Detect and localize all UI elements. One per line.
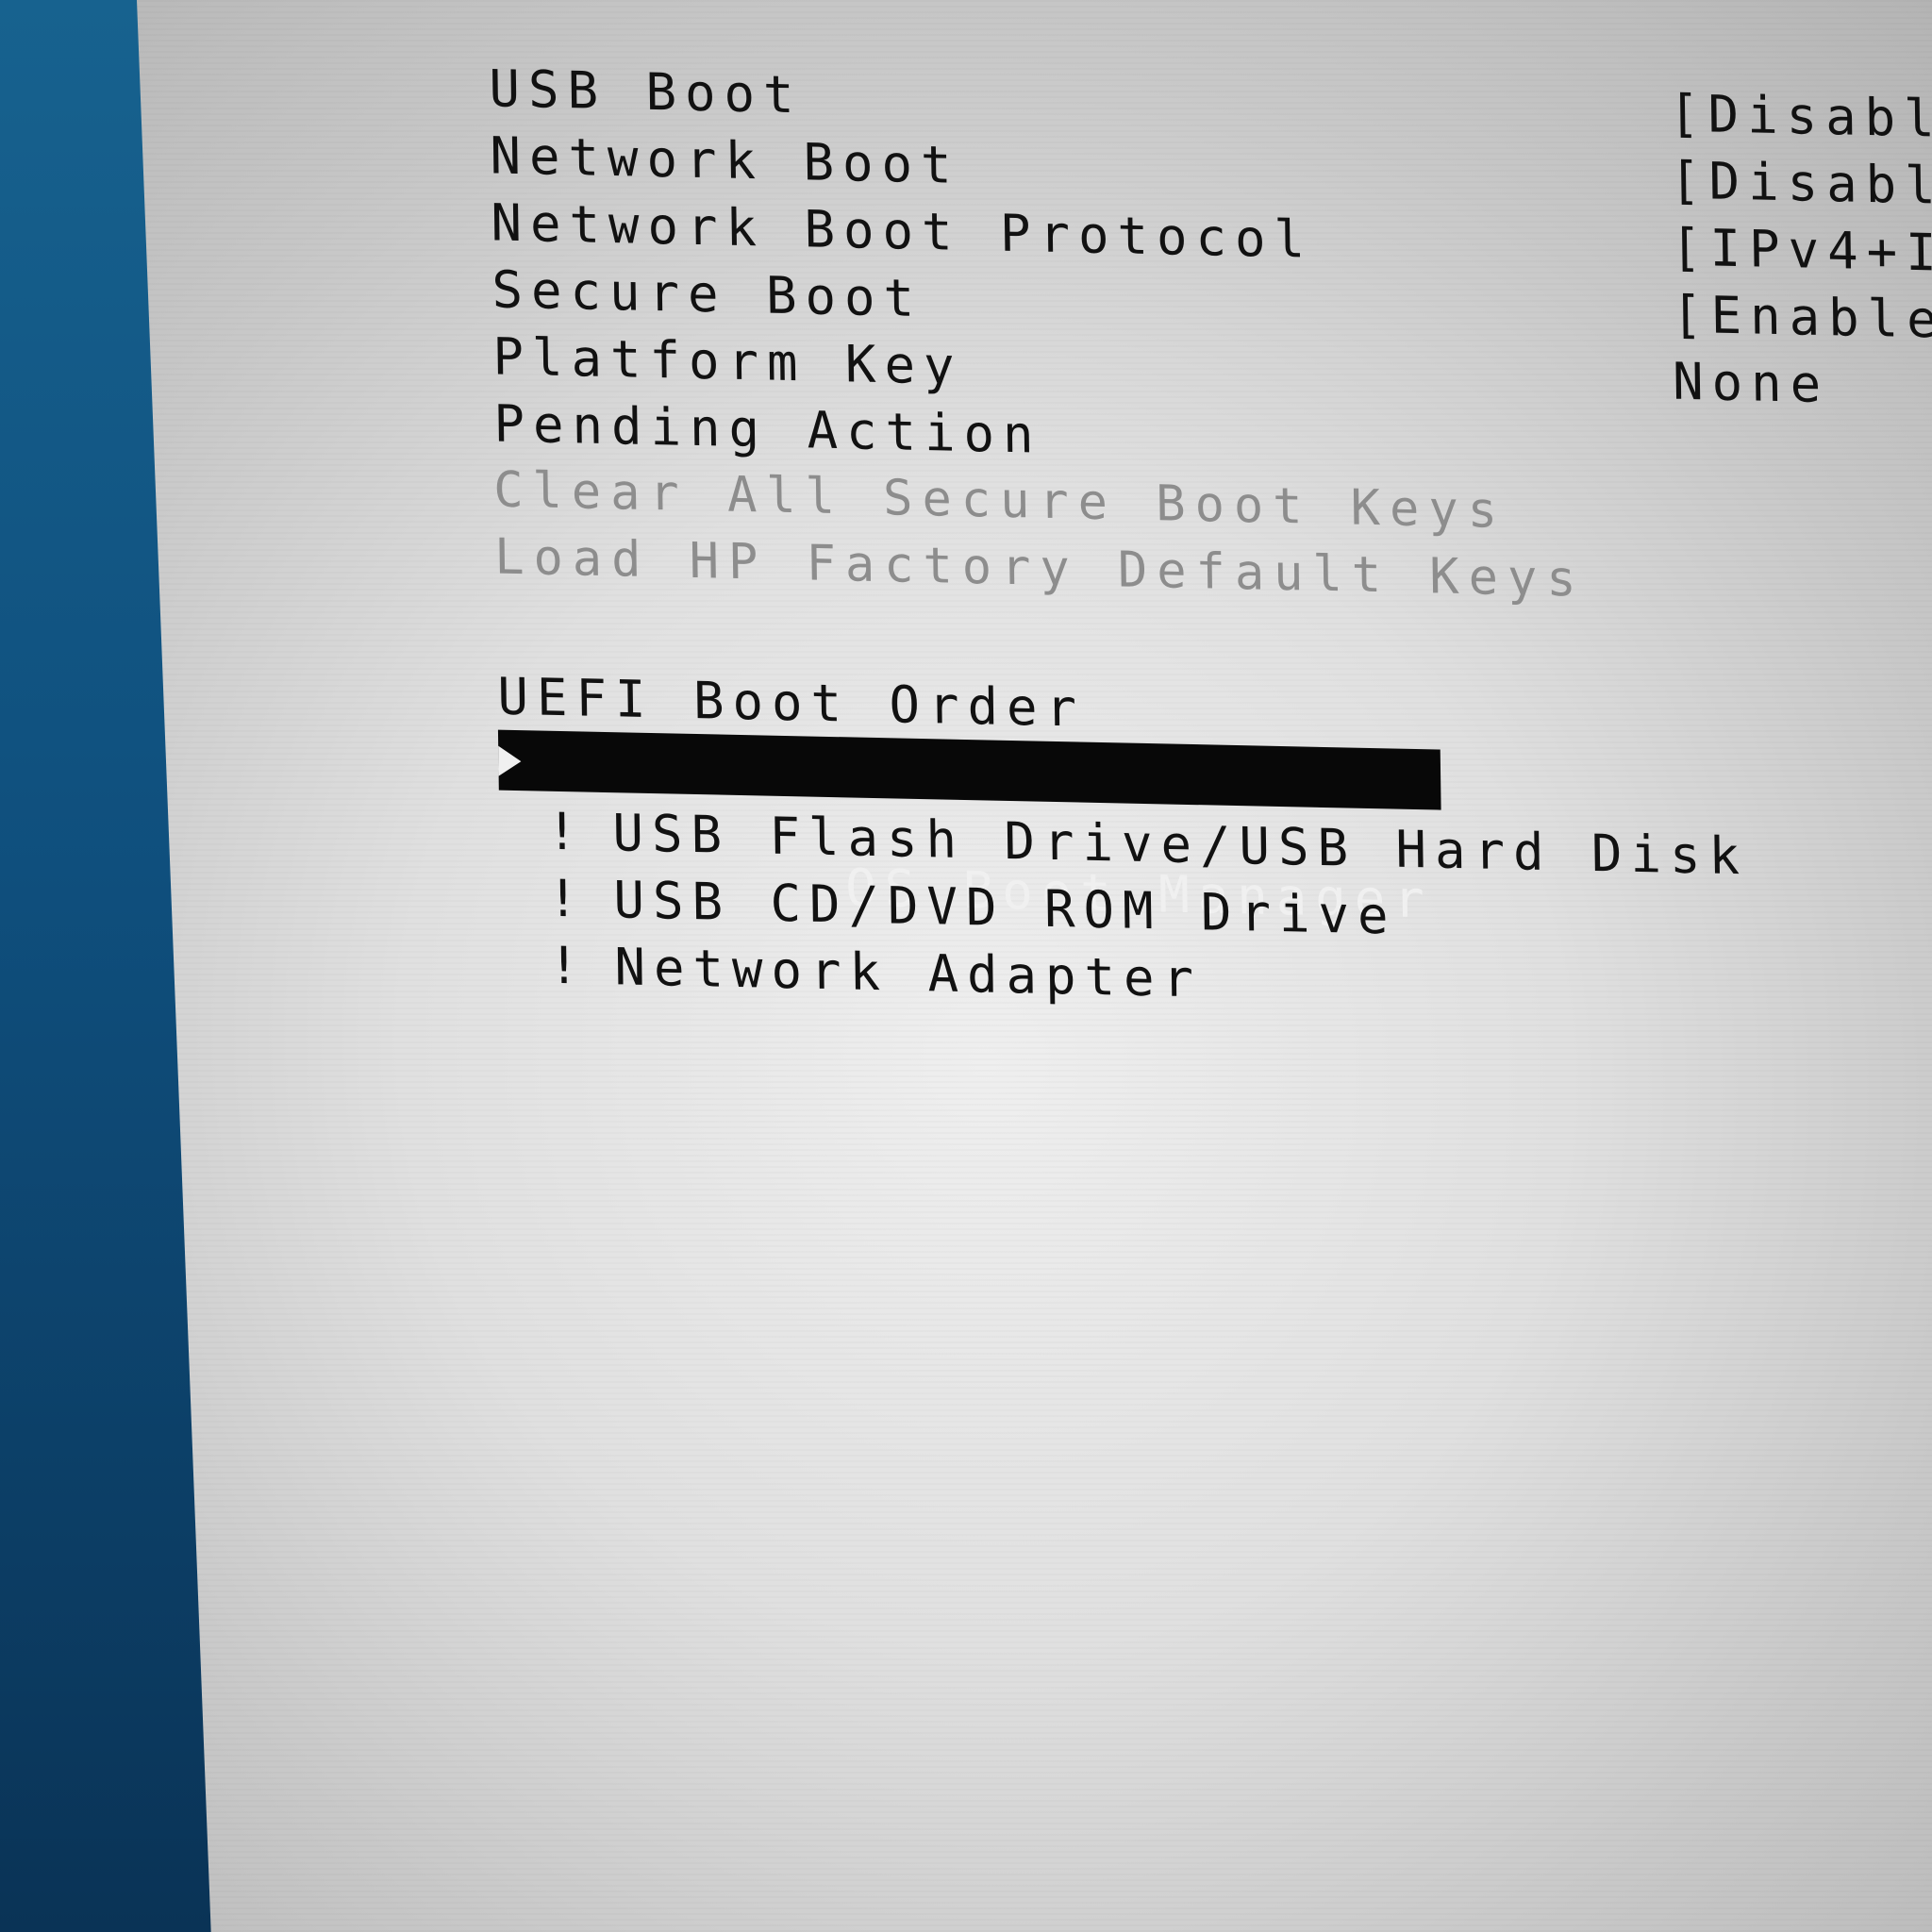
setting-value: [Enabled] — [1671, 284, 1932, 352]
bios-screen: USB Boot Network Boot [Disabled] Network… — [0, 0, 1932, 1932]
boot-order-marker: ! — [548, 935, 589, 996]
setting-value: None — [1672, 351, 1830, 415]
setting-value: [Disabled] — [1669, 150, 1932, 219]
boot-options-list: USB Boot Network Boot [Disabled] Network… — [253, 0, 1932, 1008]
setting-value: [IPv4+IPv6] — [1670, 217, 1932, 287]
boot-order-label: Network Adapter — [614, 937, 1203, 1009]
setting-value: [Disabled] — [1668, 83, 1932, 152]
